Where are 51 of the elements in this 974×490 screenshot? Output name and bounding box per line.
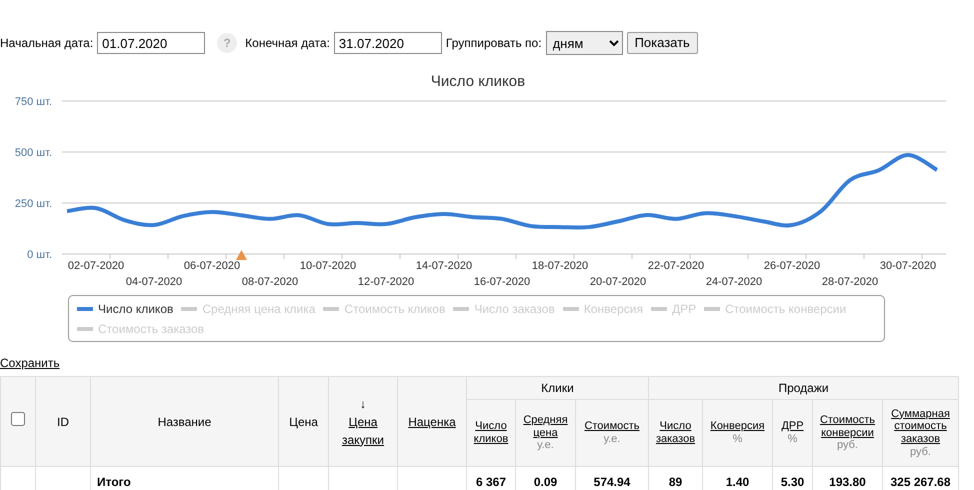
- unit-label: %: [732, 433, 742, 445]
- axis-label: 02-07-2020: [68, 260, 124, 272]
- sort-link[interactable]: Суммарная стоимость заказов: [886, 408, 956, 446]
- unit-label: руб.: [910, 446, 931, 458]
- group-by-select[interactable]: дням: [546, 31, 623, 55]
- axis-label: 28-07-2020: [822, 276, 878, 288]
- axis-label: 20-07-2020: [590, 276, 646, 288]
- group-by-label: Группировать по:: [446, 35, 542, 52]
- column-group-header: Клики: [466, 376, 648, 400]
- sort-link[interactable]: Средняя цена: [519, 414, 572, 440]
- sort-link[interactable]: Стоимость: [584, 420, 640, 433]
- save-link[interactable]: Сохранить: [0, 354, 60, 372]
- column-header: Название: [90, 376, 278, 466]
- axis-label: 06-07-2020: [184, 260, 240, 272]
- axis-label: 08-07-2020: [242, 276, 298, 288]
- select-all-checkbox[interactable]: [11, 412, 25, 426]
- unit-label: у.е.: [537, 439, 554, 452]
- column-header: ID: [36, 376, 90, 466]
- sort-arrow: ↓: [360, 396, 366, 410]
- start-date-field[interactable]: 01.07.2020: [97, 32, 206, 54]
- end-date-label: Конечная дата:: [245, 35, 330, 52]
- sort-link[interactable]: Цена закупки: [332, 412, 394, 448]
- axis-label: 30-07-2020: [880, 260, 936, 272]
- sort-link[interactable]: ДРР: [781, 420, 804, 433]
- axis-label: 750 шт.: [14, 96, 52, 108]
- axis-label: 500 шт.: [14, 147, 52, 159]
- unit-label: у.е.: [604, 433, 620, 445]
- axis-label: 26-07-2020: [764, 260, 820, 272]
- unit-label: руб.: [837, 439, 858, 452]
- chart-title: Число кликов: [430, 73, 526, 90]
- end-date-field[interactable]: 31.07.2020: [334, 32, 442, 54]
- axis-label: 250 шт.: [14, 198, 52, 210]
- axis-label: 16-07-2020: [474, 276, 530, 288]
- legend-item[interactable]: Число кликов: [77, 300, 174, 318]
- axis-label: 14-07-2020: [416, 260, 472, 272]
- start-date-label: Начальная дата:: [0, 35, 94, 52]
- axis-label: 04-07-2020: [126, 276, 182, 288]
- unit-label: %: [788, 433, 798, 445]
- sort-link[interactable]: Стоимость конверсии: [816, 414, 879, 440]
- show-button[interactable]: Показать: [626, 32, 698, 54]
- sort-link[interactable]: Конверсия: [710, 420, 765, 433]
- axis-label: 22-07-2020: [648, 260, 704, 272]
- axis-label: 0 шт.: [27, 249, 52, 261]
- sort-link[interactable]: Наценка: [408, 412, 456, 430]
- axis-label: 10-07-2020: [300, 260, 356, 272]
- axis-label: 12-07-2020: [358, 276, 414, 288]
- triangle-icon: [236, 250, 247, 260]
- column-header: Цена: [278, 376, 328, 466]
- axis-label: 18-07-2020: [532, 260, 588, 272]
- axis-label: 24-07-2020: [706, 276, 762, 288]
- column-group-header: Продажи: [648, 376, 959, 400]
